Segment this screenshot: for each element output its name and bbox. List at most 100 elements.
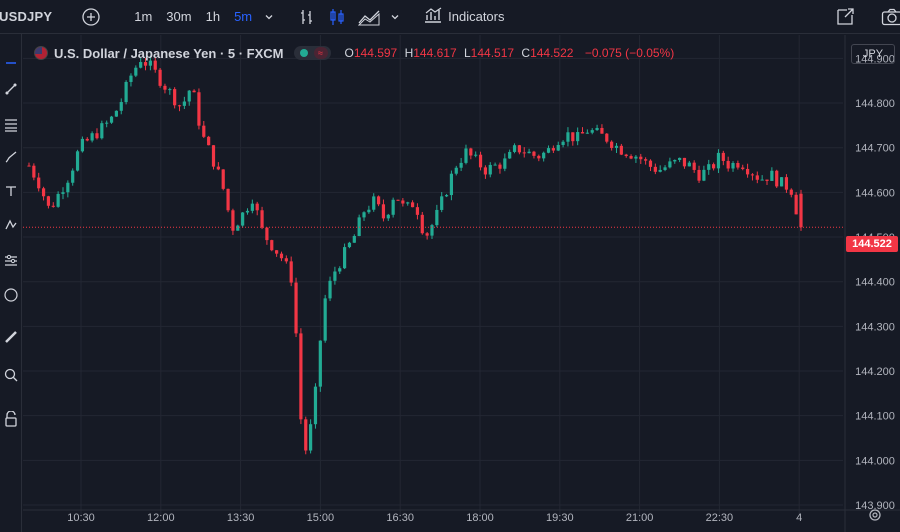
candle-body: [508, 151, 512, 159]
candle-body: [347, 242, 352, 248]
candle-body: [590, 130, 594, 133]
fib-levels-icon[interactable]: [0, 114, 22, 136]
candles-chart-icon[interactable]: [324, 4, 350, 30]
candle-body: [372, 196, 376, 210]
candle-body: [566, 132, 570, 142]
candle-body: [459, 162, 463, 168]
y-tick-label: 144.200: [855, 366, 895, 378]
candle-body: [600, 127, 604, 134]
candle-body: [483, 167, 488, 175]
candle-body: [80, 138, 85, 152]
candle-body: [779, 177, 784, 187]
candle-body: [241, 212, 245, 226]
settings-gear-icon[interactable]: [868, 508, 882, 527]
grid: [23, 35, 843, 515]
cursor-icon[interactable]: [0, 48, 22, 70]
y-tick-label: 144.700: [855, 143, 895, 155]
x-tick-label: 18:00: [466, 512, 494, 524]
candle-body: [313, 386, 318, 425]
candle-body: [323, 298, 327, 341]
candle-body: [304, 419, 308, 451]
candle-body: [639, 156, 643, 160]
candle-body: [668, 161, 672, 168]
chevron-down-icon[interactable]: [386, 4, 404, 30]
candle-body: [71, 170, 75, 183]
candle-body: [396, 199, 400, 201]
chevron-down-icon[interactable]: [260, 4, 278, 30]
candle-body: [338, 268, 342, 272]
candle-body: [595, 127, 599, 131]
fullscreen-icon[interactable]: [831, 4, 859, 30]
candle-body: [721, 152, 725, 161]
candle-body: [158, 69, 162, 86]
candle-body: [318, 340, 322, 387]
compare-add-icon[interactable]: [78, 4, 104, 30]
x-tick-label: 10:30: [67, 512, 95, 524]
camera-icon[interactable]: [877, 4, 900, 30]
candlestick-plot[interactable]: 144.900144.800144.700144.600144.500144.4…: [23, 35, 900, 532]
candle-body: [673, 159, 677, 162]
currency-badge[interactable]: JPY: [851, 44, 895, 64]
interval-1h[interactable]: 1h: [202, 4, 224, 30]
candle-body: [580, 132, 585, 134]
candle-body: [784, 177, 789, 190]
interval-1m[interactable]: 1m: [130, 4, 156, 30]
brush-icon[interactable]: [0, 146, 22, 168]
ruler-icon[interactable]: [0, 326, 22, 348]
candle-body: [309, 424, 313, 451]
candle-body: [561, 141, 565, 145]
usd-flag-icon: [34, 46, 48, 60]
interval-30m[interactable]: 30m: [162, 4, 195, 30]
candle-body: [250, 203, 254, 211]
candle-body: [546, 148, 551, 153]
zoom-icon[interactable]: [0, 364, 22, 386]
candle-body: [207, 136, 211, 146]
x-tick-label: 21:00: [626, 512, 654, 524]
chart-app: USDJPY 1m 30m 1h 5m Indicators 144.900 1…: [0, 0, 900, 532]
emoji-icon[interactable]: [0, 284, 22, 306]
candle-body: [226, 188, 230, 211]
bars-chart-icon[interactable]: [294, 4, 320, 30]
y-tick-label: 144.100: [855, 411, 895, 423]
area-chart-icon[interactable]: [354, 4, 384, 30]
pattern-icon[interactable]: [0, 214, 22, 236]
candle-body: [745, 168, 750, 175]
candle-body: [415, 207, 420, 215]
candle-body: [682, 157, 687, 167]
candle-body: [537, 155, 541, 159]
candle-body: [173, 89, 177, 106]
low-key: L: [463, 46, 471, 60]
candle-body: [716, 152, 721, 169]
y-tick-label: 144.300: [855, 321, 895, 333]
candle-body: [245, 210, 250, 213]
candle-body: [624, 154, 628, 157]
text-icon[interactable]: [0, 180, 22, 202]
trend-line-icon[interactable]: [0, 78, 22, 100]
indicators-icon: [424, 7, 442, 26]
high-value: 144.617: [413, 46, 457, 60]
candle-body: [610, 141, 614, 148]
candle-body: [381, 204, 386, 219]
market-status-pill[interactable]: ≈: [293, 46, 331, 60]
series-title[interactable]: U.S. Dollar / Japanese Yen · 5 · FXCM: [54, 46, 284, 61]
lock-drawings-icon[interactable]: [0, 408, 22, 430]
candle-body: [216, 166, 220, 170]
candle-body: [576, 132, 580, 142]
candle-body: [255, 203, 259, 211]
candle-body: [56, 193, 60, 207]
candle-body: [376, 196, 381, 205]
candle-body: [391, 199, 395, 215]
interval-5m[interactable]: 5m: [230, 4, 256, 30]
candle-body: [328, 280, 332, 299]
price-chart[interactable]: 144.900144.800144.700144.600144.500144.4…: [23, 35, 900, 532]
candle-body: [386, 214, 390, 219]
x-tick-label: 12:00: [147, 512, 175, 524]
symbol-name[interactable]: USDJPY: [0, 9, 52, 24]
candle-body: [46, 196, 51, 206]
measure-settings-icon[interactable]: [0, 250, 22, 272]
candle-body: [799, 193, 803, 228]
candle-body: [32, 165, 36, 178]
candle-body: [522, 152, 526, 154]
candle-body: [420, 214, 424, 234]
indicators-button[interactable]: Indicators: [420, 4, 508, 30]
